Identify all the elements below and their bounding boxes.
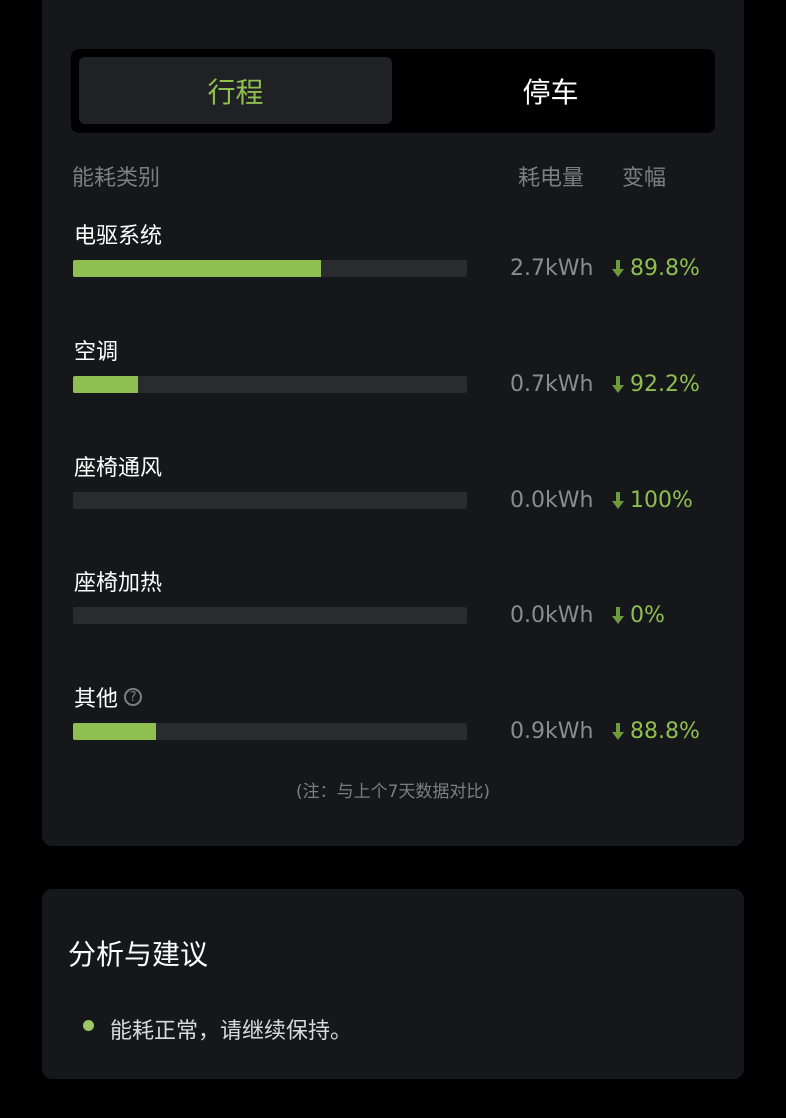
row-label: 座椅加热: [74, 571, 163, 596]
change-value: 88.8%: [612, 719, 700, 744]
change-value: 100%: [612, 488, 693, 513]
row-label: 电驱系统: [74, 224, 163, 249]
energy-row-seat-ventilation: 座椅通风 0.0kWh 100%: [42, 450, 744, 530]
arrow-down-icon: [612, 606, 624, 624]
change-value: 89.8%: [612, 256, 700, 281]
progress-fill: [73, 376, 138, 393]
change-percent: 0%: [630, 603, 665, 628]
row-label: 其他: [74, 687, 119, 712]
change-percent: 88.8%: [630, 719, 700, 744]
advice-title: 分析与建议: [68, 938, 209, 971]
energy-row-seat-heating: 座椅加热 0.0kWh 0%: [42, 565, 744, 645]
progress-track: [73, 260, 467, 277]
energy-card: 行程 停车 能耗类别 耗电量 变幅 电驱系统 2.7kWh 89.8% 空调 0…: [42, 0, 744, 846]
progress-fill: [73, 260, 322, 277]
energy-value: 0.7kWh: [510, 372, 594, 397]
energy-row-drive-system: 电驱系统 2.7kWh 89.8%: [42, 218, 744, 298]
row-label: 座椅通风: [74, 456, 163, 481]
tab-bar: 行程 停车: [71, 49, 715, 133]
energy-value: 0.0kWh: [510, 488, 594, 513]
arrow-down-icon: [612, 491, 624, 509]
help-icon[interactable]: ?: [124, 688, 143, 706]
energy-value: 0.0kWh: [510, 603, 594, 628]
tab-trip[interactable]: 行程: [79, 57, 392, 124]
row-label: 空调: [74, 340, 119, 365]
energy-row-air-conditioning: 空调 0.7kWh 92.2%: [42, 334, 744, 414]
column-header-change: 变幅: [622, 166, 667, 191]
progress-fill: [73, 723, 156, 740]
advice-card: 分析与建议 能耗正常，请继续保持。: [42, 889, 744, 1079]
change-percent: 92.2%: [630, 372, 700, 397]
change-percent: 89.8%: [630, 256, 700, 281]
arrow-down-icon: [612, 375, 624, 393]
energy-row-other: 其他 ? 0.9kWh 88.8%: [42, 681, 744, 761]
tab-parking[interactable]: 停车: [394, 57, 707, 124]
advice-item: 能耗正常，请继续保持。: [110, 1019, 353, 1044]
column-header-category: 能耗类别: [72, 166, 161, 191]
change-value: 92.2%: [612, 372, 700, 397]
column-header-energy: 耗电量: [518, 166, 585, 191]
bullet-dot-icon: [83, 1020, 94, 1031]
progress-track: [73, 723, 467, 740]
progress-track: [73, 376, 467, 393]
progress-track: [73, 492, 467, 509]
energy-value: 0.9kWh: [510, 719, 594, 744]
comparison-note: (注：与上个7天数据对比): [295, 782, 491, 802]
change-percent: 100%: [630, 488, 693, 513]
arrow-down-icon: [612, 722, 624, 740]
arrow-down-icon: [612, 259, 624, 277]
progress-track: [73, 607, 467, 624]
change-value: 0%: [612, 603, 665, 628]
energy-value: 2.7kWh: [510, 256, 594, 281]
